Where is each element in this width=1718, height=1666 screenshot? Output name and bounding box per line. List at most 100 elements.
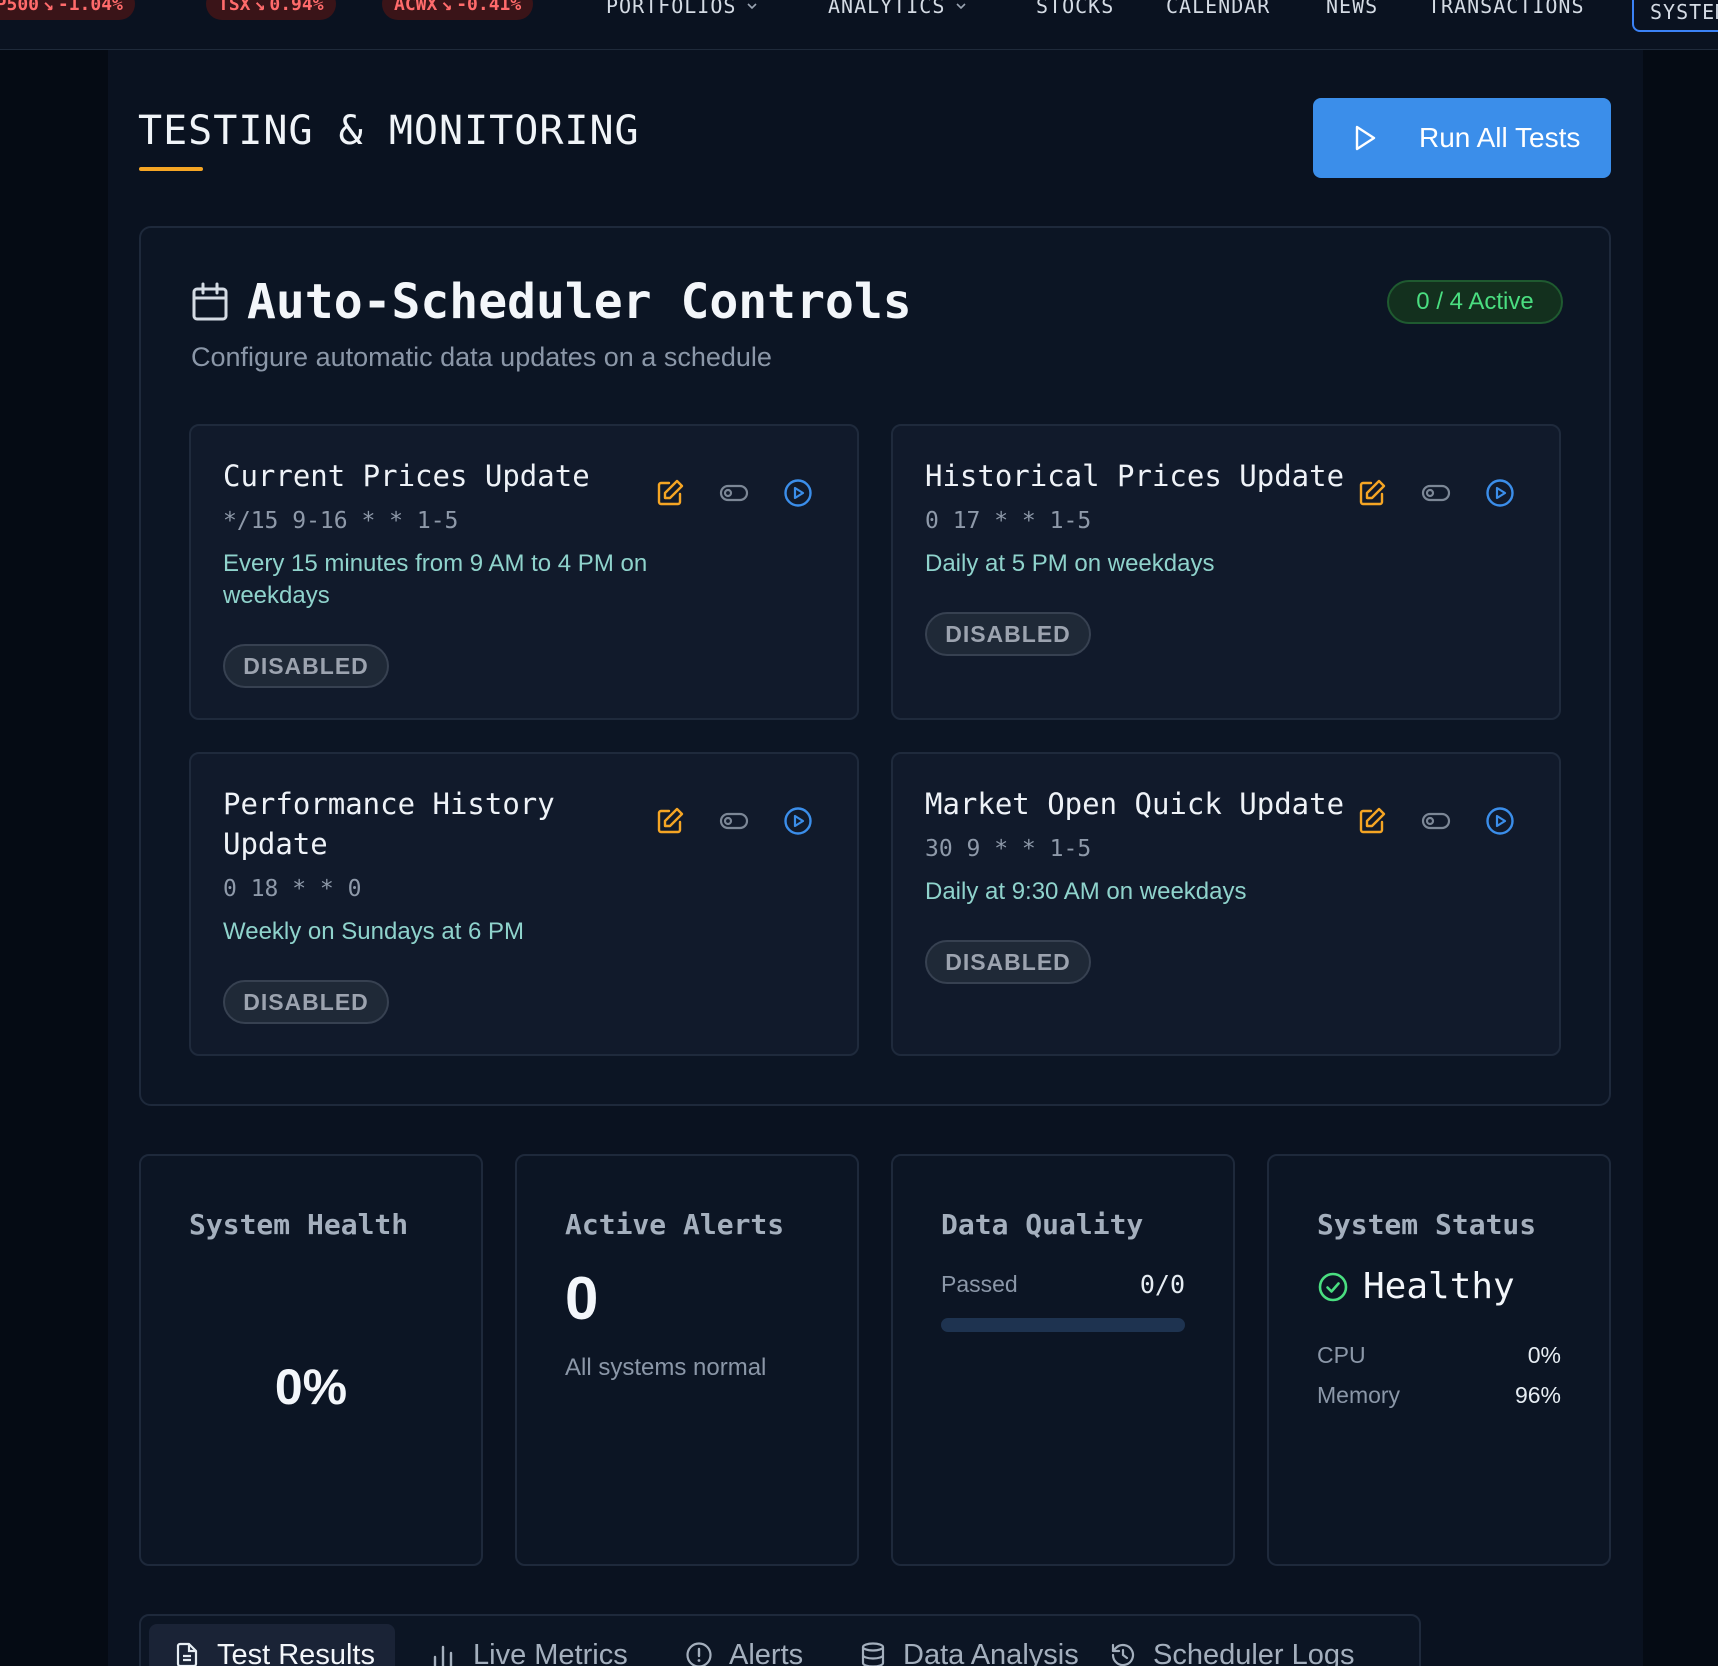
top-nav-bar: S&P500 ↘ -1.04% TSX ↘ 0.94% ACWX ↘ -0.41…: [0, 0, 1718, 50]
status-badge: DISABLED: [223, 980, 389, 1024]
calendar-icon: [192, 282, 228, 321]
alerts-subtitle: All systems normal: [565, 1354, 767, 1381]
tab-label: Scheduler Logs: [1153, 1638, 1355, 1666]
ticker-change: -0.41%: [456, 0, 522, 15]
system-status-card: System Status Healthy CPU 0% Memory 96%: [1267, 1154, 1611, 1566]
nav-calendar[interactable]: CALENDAR: [1166, 0, 1270, 18]
tab-label: Data Analysis: [903, 1638, 1079, 1666]
tab-live-metrics[interactable]: Live Metrics: [405, 1624, 648, 1666]
cpu-value: 0%: [1527, 1342, 1561, 1368]
ticker-symbol: ACWX: [394, 0, 438, 15]
toggle-off-icon[interactable]: [1421, 478, 1451, 508]
cpu-metric: CPU 0%: [1317, 1342, 1561, 1369]
tab-bar: Test Results Live Metrics Alerts Data An…: [139, 1614, 1421, 1666]
stat-title: Active Alerts: [565, 1208, 785, 1241]
toggle-off-icon[interactable]: [719, 806, 749, 836]
nav-news[interactable]: NEWS: [1326, 0, 1378, 18]
tab-test-results[interactable]: Test Results: [149, 1624, 395, 1666]
auto-scheduler-panel: Auto-Scheduler Controls Configure automa…: [139, 226, 1611, 1106]
ticker-tsx[interactable]: TSX ↘ 0.94%: [206, 0, 336, 20]
nav-label: PORTFOLIOS: [606, 0, 737, 18]
chevron-down-icon: [747, 3, 757, 10]
bar-chart-icon: [433, 1645, 453, 1666]
memory-metric: Memory 96%: [1317, 1382, 1561, 1409]
play-circle-icon[interactable]: [1485, 478, 1515, 508]
ticker-change: -1.04%: [57, 0, 123, 15]
tab-data-analysis[interactable]: Data Analysis: [835, 1624, 1099, 1666]
file-text-icon: [176, 1642, 198, 1666]
nav-system-active[interactable]: SYSTEM: [1632, 0, 1718, 32]
nav-analytics[interactable]: ANALYTICS: [828, 0, 967, 18]
ticker-sp500[interactable]: S&P500 ↘ -1.04%: [0, 0, 135, 20]
ticker-acwx[interactable]: ACWX ↘ -0.41%: [382, 0, 534, 20]
schedule-name: Current Prices Update: [223, 459, 590, 493]
alert-circle-icon: [686, 1642, 712, 1666]
play-circle-icon[interactable]: [1485, 806, 1515, 836]
tab-alerts[interactable]: Alerts: [661, 1624, 823, 1666]
cpu-label: CPU: [1317, 1342, 1366, 1368]
status-badge: DISABLED: [223, 644, 389, 688]
nav-label: NEWS: [1326, 0, 1379, 18]
title-underline: [139, 167, 203, 171]
tab-label: Test Results: [217, 1638, 375, 1666]
passed-value: 0/0: [1139, 1270, 1185, 1299]
nav-label: TRANSACTIONS: [1428, 0, 1585, 18]
trend-down-icon: ↘: [43, 0, 54, 15]
system-state: Healthy: [1363, 1266, 1515, 1307]
stat-title: Data Quality: [941, 1208, 1144, 1241]
memory-label: Memory: [1317, 1382, 1401, 1408]
nav-portfolios[interactable]: PORTFOLIOS: [606, 0, 758, 18]
toggle-off-icon[interactable]: [1421, 806, 1451, 836]
schedule-name: Performance History Update: [223, 787, 555, 861]
tab-label: Alerts: [729, 1638, 804, 1666]
schedule-card-historical-prices: Historical Prices Update 0 17 * * 1-5 Da…: [891, 424, 1561, 720]
database-icon: [861, 1642, 885, 1666]
status-badge: DISABLED: [925, 940, 1091, 984]
nav-label: STOCKS: [1036, 0, 1115, 18]
schedule-cron: 0 18 * * 0: [223, 876, 362, 902]
status-badge: DISABLED: [925, 612, 1091, 656]
stat-title: System Health: [189, 1208, 409, 1241]
scheduler-subtitle: Configure automatic data updates on a sc…: [191, 342, 772, 372]
tab-scheduler-logs[interactable]: Scheduler Logs: [1085, 1624, 1375, 1666]
play-icon: [1355, 125, 1376, 151]
nav-label: ANALYTICS: [828, 0, 946, 18]
nav-transactions[interactable]: TRANSACTIONS: [1428, 0, 1585, 18]
system-health-card: System Health 0%: [139, 1154, 483, 1566]
history-icon: [1111, 1643, 1135, 1666]
schedule-card-performance-history: Performance History Update 0 18 * * 0 We…: [189, 752, 859, 1056]
trend-down-icon: ↘: [441, 0, 453, 15]
trend-down-icon: ↘: [254, 0, 266, 15]
schedule-description: Every 15 minutes from 9 AM to 4 PM on we…: [223, 550, 648, 609]
active-alerts-card: Active Alerts 0 All systems normal: [515, 1154, 859, 1566]
ticker-symbol: TSX: [218, 0, 251, 15]
edit-icon[interactable]: [1357, 478, 1387, 508]
schedule-cron: */15 9-16 * * 1-5: [223, 508, 459, 534]
edit-icon[interactable]: [1357, 806, 1387, 836]
stat-title: System Status: [1317, 1208, 1537, 1241]
nav-label: CALENDAR: [1166, 0, 1271, 18]
edit-icon[interactable]: [655, 478, 685, 508]
check-circle-icon: [1318, 1272, 1348, 1301]
health-value: 0%: [274, 1359, 348, 1415]
tab-label: Live Metrics: [473, 1638, 628, 1666]
active-count-badge: 0 / 4 Active: [1387, 280, 1563, 324]
passed-label: Passed: [941, 1271, 1018, 1297]
edit-icon[interactable]: [655, 806, 685, 836]
schedule-card-market-open: Market Open Quick Update 30 9 * * 1-5 Da…: [891, 752, 1561, 1056]
run-all-tests-label: Run All Tests: [1419, 122, 1581, 153]
ticker-change: 0.94%: [269, 0, 324, 15]
memory-value: 96%: [1514, 1382, 1561, 1408]
quality-progress-bar: [941, 1318, 1185, 1332]
schedule-description: Daily at 5 PM on weekdays: [925, 550, 1215, 577]
schedule-description: Weekly on Sundays at 6 PM: [223, 918, 525, 945]
run-all-tests-button[interactable]: Run All Tests: [1313, 98, 1611, 178]
schedule-card-current-prices: Current Prices Update */15 9-16 * * 1-5 …: [189, 424, 859, 720]
nav-stocks[interactable]: STOCKS: [1036, 0, 1114, 18]
play-circle-icon[interactable]: [783, 478, 813, 508]
schedule-name: Market Open Quick Update: [925, 787, 1345, 821]
schedule-cron: 0 17 * * 1-5: [925, 508, 1092, 534]
play-circle-icon[interactable]: [783, 806, 813, 836]
toggle-off-icon[interactable]: [719, 478, 749, 508]
schedule-cron: 30 9 * * 1-5: [925, 836, 1092, 862]
